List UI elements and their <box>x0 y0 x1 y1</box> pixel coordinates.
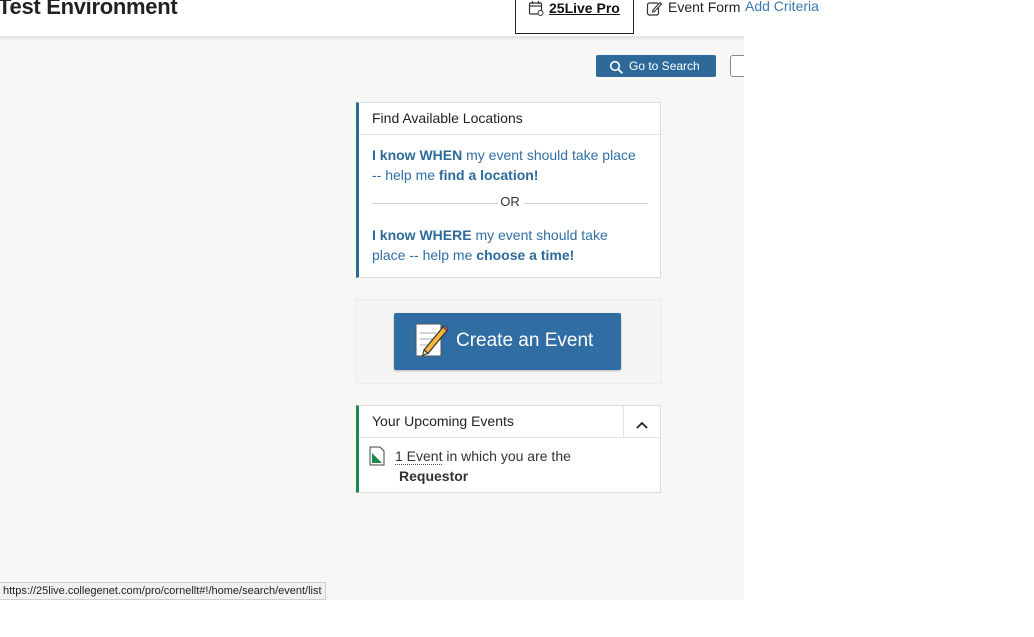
create-event-label: Create an Event <box>456 330 594 351</box>
or-label: OR <box>500 194 520 209</box>
create-event-panel: Create an Event <box>355 299 662 384</box>
chevron-up-icon <box>636 416 648 434</box>
calendar-icon <box>528 0 544 21</box>
toolbar-secondary-button[interactable] <box>730 55 744 77</box>
status-bar-url: https://25live.collegenet.com/pro/cornel… <box>0 582 326 600</box>
or-divider: OR <box>372 194 648 212</box>
edit-icon <box>646 0 663 22</box>
search-icon <box>609 59 623 81</box>
environment-title: Test Environment <box>0 0 178 19</box>
create-event-button[interactable]: Create an Event <box>394 313 621 370</box>
know-where-action: choose a time! <box>476 247 575 263</box>
find-locations-header: Find Available Locations <box>359 103 660 135</box>
tab-25live-pro[interactable]: 25Live Pro <box>515 0 634 34</box>
tab-25live-pro-label: 25Live Pro <box>549 0 620 16</box>
event-count-link[interactable]: 1 Event <box>395 448 443 465</box>
add-criteria-link[interactable]: Add Criteria <box>745 0 819 14</box>
find-available-locations-card: Find Available Locations I know WHEN my … <box>356 102 661 278</box>
notepad-pencil-icon <box>414 321 449 364</box>
know-when-link[interactable]: I know WHEN my event should take place -… <box>372 145 642 185</box>
know-where-link[interactable]: I know WHERE my event should take place … <box>372 225 642 265</box>
find-locations-title: Find Available Locations <box>372 110 523 126</box>
upcoming-events-title: Your Upcoming Events <box>372 413 514 429</box>
document-icon <box>369 446 385 471</box>
upcoming-events-header: Your Upcoming Events <box>359 406 660 438</box>
tab-event-form-label: Event Form <box>668 0 741 15</box>
go-to-search-label: Go to Search <box>629 59 700 73</box>
event-role: Requestor <box>399 468 469 484</box>
top-navigation-bar: Test Environment 25Live Pro Event Form <box>0 0 744 37</box>
know-when-strong: I know WHEN <box>372 147 463 163</box>
know-when-action: find a location! <box>438 167 539 183</box>
event-count-text: in which you are the <box>442 448 571 464</box>
app-viewport: Test Environment 25Live Pro Event Form G… <box>0 0 744 600</box>
know-where-strong: I know WHERE <box>372 227 472 243</box>
go-to-search-button[interactable]: Go to Search <box>596 55 716 77</box>
collapse-upcoming-button[interactable] <box>623 406 660 437</box>
upcoming-events-card: Your Upcoming Events 1 Event in which yo… <box>356 405 661 493</box>
